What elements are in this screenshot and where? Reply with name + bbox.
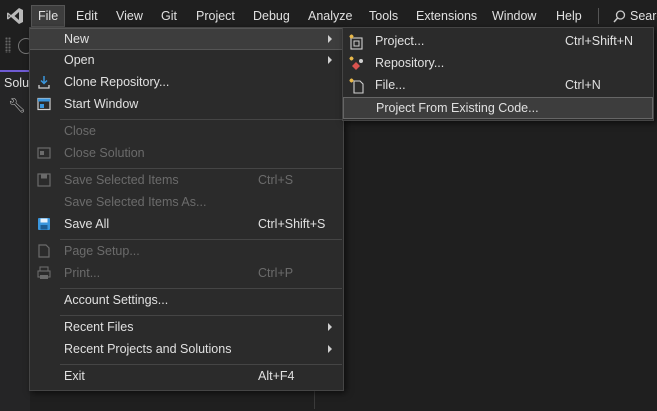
new-project-icon xyxy=(349,34,363,50)
menu-item-shortcut: Ctrl+P xyxy=(258,266,294,280)
file-menu-item-recent-files[interactable]: Recent Files xyxy=(30,317,343,339)
menu-item-label: New xyxy=(64,32,90,46)
new-submenu-item-project-from-existing-code[interactable]: Project From Existing Code... xyxy=(343,97,653,119)
new-repository-icon xyxy=(349,56,363,70)
menu-file[interactable]: File xyxy=(31,5,66,27)
menu-item-label: Account Settings... xyxy=(64,293,169,307)
menu-project[interactable]: Project xyxy=(190,6,241,26)
visual-studio-logo-icon[interactable] xyxy=(6,7,24,25)
file-menu-item-recent-projects[interactable]: Recent Projects and Solutions xyxy=(30,339,343,361)
menu-extensions[interactable]: Extensions xyxy=(410,6,483,26)
solution-explorer-tab[interactable]: Solu xyxy=(4,76,29,90)
save-icon xyxy=(37,173,51,187)
submenu-item-label: Project From Existing Code... xyxy=(376,101,539,115)
file-menu-dropdown: New Open Clone Repository... Start Windo… xyxy=(29,27,344,391)
toolbar-grip[interactable] xyxy=(5,37,11,53)
menu-item-label: Recent Files xyxy=(64,320,134,334)
menu-item-label: Start Window xyxy=(64,97,139,111)
page-setup-icon xyxy=(38,244,50,258)
file-menu-item-exit[interactable]: Exit Alt+F4 xyxy=(30,366,343,388)
submenu-item-label: Repository... xyxy=(375,56,445,70)
submenu-item-label: File... xyxy=(375,78,406,92)
file-menu-item-close[interactable]: Close xyxy=(30,121,343,143)
menu-separator xyxy=(60,168,342,169)
file-menu-item-open[interactable]: Open xyxy=(30,50,343,72)
menu-analyze[interactable]: Analyze xyxy=(302,6,358,26)
menu-tools[interactable]: Tools xyxy=(363,6,404,26)
submenu-arrow-icon xyxy=(328,323,332,331)
menu-item-shortcut: Alt+F4 xyxy=(258,369,295,383)
new-submenu-item-project[interactable]: Project... Ctrl+Shift+N xyxy=(343,31,653,53)
submenu-item-shortcut: Ctrl+Shift+N xyxy=(565,34,634,48)
file-menu-item-save-all[interactable]: Save All Ctrl+Shift+S xyxy=(30,214,343,236)
menu-view[interactable]: View xyxy=(110,6,149,26)
file-menu-item-print[interactable]: Print... Ctrl+P xyxy=(30,263,343,285)
menu-git[interactable]: Git xyxy=(155,6,183,26)
search-label: Search xyxy=(630,9,657,23)
menu-item-label: Close xyxy=(64,124,96,138)
submenu-arrow-icon xyxy=(328,35,332,43)
file-menu-item-save-selected-items[interactable]: Save Selected Items Ctrl+S xyxy=(30,170,343,192)
file-menu-item-clone-repository[interactable]: Clone Repository... xyxy=(30,72,343,94)
new-submenu-item-repository[interactable]: Repository... xyxy=(343,53,653,75)
menu-item-label: Open xyxy=(64,53,95,67)
new-submenu: Project... Ctrl+Shift+N Repository... Fi… xyxy=(342,27,654,121)
menu-item-shortcut: Ctrl+Shift+S xyxy=(258,217,326,231)
menu-item-label: Clone Repository... xyxy=(64,75,170,89)
menu-edit[interactable]: Edit xyxy=(70,6,104,26)
menu-separator xyxy=(60,364,342,365)
clone-repository-icon xyxy=(38,76,50,89)
menu-item-label: Close Solution xyxy=(64,146,145,160)
submenu-item-shortcut: Ctrl+N xyxy=(565,78,601,92)
close-solution-icon xyxy=(37,147,51,159)
print-icon xyxy=(37,266,51,279)
menu-window[interactable]: Window xyxy=(486,6,542,26)
menu-separator xyxy=(60,315,342,316)
submenu-item-label: Project... xyxy=(375,34,425,48)
submenu-arrow-icon xyxy=(328,56,332,64)
menu-separator xyxy=(60,119,342,120)
search-box[interactable]: Search xyxy=(613,6,657,26)
file-menu-item-account-settings[interactable]: Account Settings... xyxy=(30,290,343,312)
file-menu-item-page-setup[interactable]: Page Setup... xyxy=(30,241,343,263)
menu-help[interactable]: Help xyxy=(550,6,588,26)
new-file-icon xyxy=(349,78,364,94)
menu-item-label: Exit xyxy=(64,369,85,383)
menu-item-label: Save All xyxy=(64,217,110,231)
start-window-icon xyxy=(37,97,51,111)
menu-item-label: Recent Projects and Solutions xyxy=(64,342,232,356)
search-icon xyxy=(613,10,626,23)
menu-debug[interactable]: Debug xyxy=(247,6,296,26)
wrench-icon[interactable]: 🔧︎ xyxy=(8,97,26,114)
save-all-icon xyxy=(38,218,50,230)
file-menu-item-start-window[interactable]: Start Window xyxy=(30,94,343,116)
menu-item-label: Save Selected Items As... xyxy=(64,195,207,209)
file-menu-item-new[interactable]: New xyxy=(30,28,343,50)
file-menu-item-close-solution[interactable]: Close Solution xyxy=(30,143,343,165)
menubar-divider xyxy=(598,8,599,24)
solution-explorer-panel xyxy=(0,70,30,411)
menu-separator xyxy=(60,239,342,240)
file-menu-item-save-selected-items-as[interactable]: Save Selected Items As... xyxy=(30,192,343,214)
menu-separator xyxy=(60,288,342,289)
menu-item-label: Save Selected Items xyxy=(64,173,179,187)
submenu-arrow-icon xyxy=(328,345,332,353)
menu-item-label: Print... xyxy=(64,266,101,280)
new-submenu-item-file[interactable]: File... Ctrl+N xyxy=(343,75,653,97)
menu-item-shortcut: Ctrl+S xyxy=(258,173,294,187)
menu-item-label: Page Setup... xyxy=(64,244,140,258)
